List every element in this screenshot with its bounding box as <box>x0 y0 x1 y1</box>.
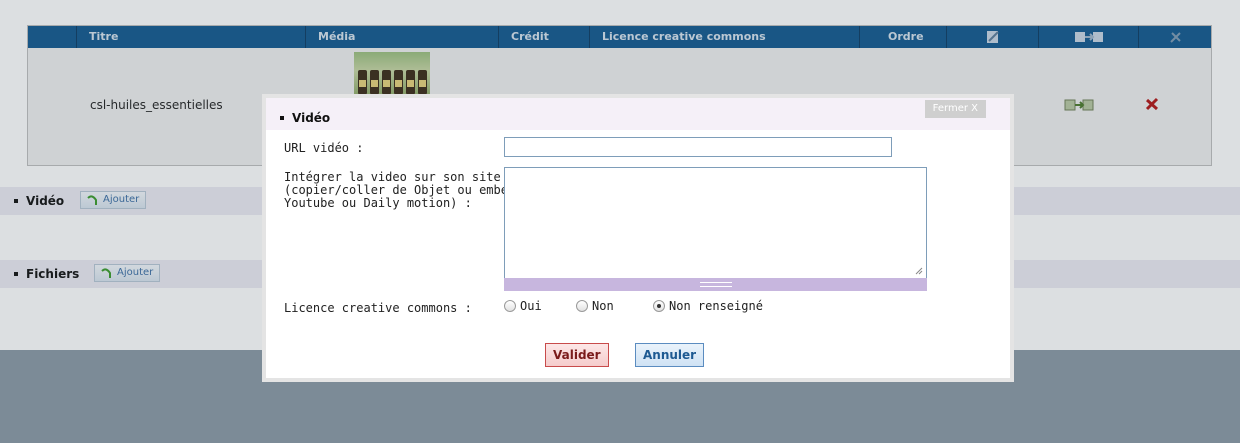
cancel-button[interactable]: Annuler <box>635 343 705 367</box>
submit-button[interactable]: Valider <box>545 343 609 367</box>
textarea-resize-handle[interactable] <box>504 278 927 291</box>
license-label: Licence creative commons : <box>284 301 472 315</box>
close-modal-button[interactable]: Fermer X <box>924 100 986 118</box>
license-radio-non[interactable]: Non <box>576 299 614 315</box>
video-modal: Vidéo Fermer X URL vidéo : Intégrer la v… <box>262 94 1014 382</box>
url-input[interactable] <box>504 137 892 157</box>
resize-corner-icon[interactable] <box>915 267 923 275</box>
embed-label: Intégrer la video sur son site (copier/c… <box>284 170 516 210</box>
modal-title: Vidéo <box>292 111 331 125</box>
url-label: URL vidéo : <box>284 141 364 155</box>
license-radio-non-renseigne[interactable]: Non renseigné <box>653 299 763 315</box>
license-radio-oui[interactable]: Oui <box>504 299 542 315</box>
modal-header: Vidéo Fermer X <box>266 98 1010 130</box>
embed-textarea[interactable] <box>504 167 927 291</box>
